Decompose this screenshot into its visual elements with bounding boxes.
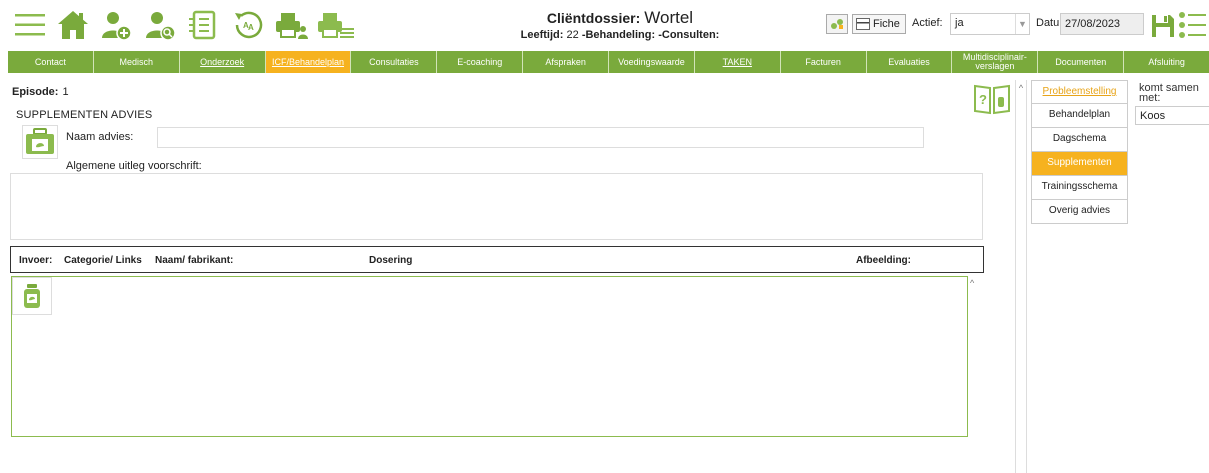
scroll-up-icon[interactable]: ^ xyxy=(1016,83,1026,93)
dossier-title: Cliëntdossier: Wortel xyxy=(470,8,770,28)
chevron-down-icon: ▼ xyxy=(1015,14,1029,34)
nav-item-11[interactable]: Multidisciplinair-verslagen xyxy=(952,51,1039,73)
document-list-icon[interactable] xyxy=(187,8,221,42)
side-menu-item-0[interactable]: Probleemstelling xyxy=(1031,80,1128,104)
svg-text:A: A xyxy=(248,23,254,32)
actief-select[interactable]: ja ▼ xyxy=(950,13,1030,35)
history-icon[interactable]: AA xyxy=(230,8,266,42)
komt-samen-panel: komt samen met: Koos xyxy=(1135,83,1209,125)
nav-item-7[interactable]: Voedingswaarde xyxy=(609,51,695,73)
col-invoer: Invoer: xyxy=(19,255,53,266)
main-nav: Contact Medisch Onderzoek ICF/Behandelplan C… xyxy=(8,51,1209,73)
nav-item-1[interactable]: Medisch xyxy=(94,51,180,73)
nav-item-5[interactable]: E-coaching xyxy=(437,51,524,73)
episode-label: Episode: xyxy=(12,86,59,98)
supplement-list xyxy=(11,276,968,437)
fiche-label: Fiche xyxy=(873,18,900,30)
print-client-icon[interactable] xyxy=(274,8,310,42)
nav-item-8[interactable]: TAKEN xyxy=(695,51,781,73)
nav-item-0[interactable]: Contact xyxy=(8,51,94,73)
uitleg-label: Algemene uitleg voorschrift: xyxy=(66,160,202,172)
fiche-icon xyxy=(856,18,870,30)
nav-item-6[interactable]: Afspraken xyxy=(523,51,610,73)
nav-item-12[interactable]: Documenten xyxy=(1038,51,1125,73)
print-list-icon[interactable] xyxy=(316,8,356,42)
side-menu-item-1[interactable]: Behandelplan xyxy=(1031,104,1128,128)
svg-text:?: ? xyxy=(979,92,987,107)
nav-item-13[interactable]: Afsluiting xyxy=(1124,51,1209,73)
side-menu-item-5[interactable]: Overig advies xyxy=(1031,200,1128,224)
toolbar: AA Cliëntdossier: Wortel Leeftijd: 22 -Be… xyxy=(0,0,1209,48)
nav-item-4[interactable]: Consultaties xyxy=(351,51,438,73)
add-client-icon[interactable] xyxy=(99,8,133,42)
side-menu-item-2[interactable]: Dagschema xyxy=(1031,128,1128,152)
dossier-label: Cliëntdossier: xyxy=(546,10,641,26)
nav-item-9[interactable]: Facturen xyxy=(781,51,867,73)
menu-icon[interactable] xyxy=(14,8,46,42)
side-menu-item-4[interactable]: Trainingsschema xyxy=(1031,176,1128,200)
uitleg-textarea[interactable] xyxy=(10,173,983,240)
naam-advies-input[interactable] xyxy=(157,127,924,148)
col-afbeelding: Afbeelding: xyxy=(856,255,911,266)
episode: Episode: 1 xyxy=(12,86,69,98)
nav-item-2[interactable]: Onderzoek xyxy=(180,51,266,73)
consulten-label: -Consulten: xyxy=(658,29,720,41)
client-info: Leeftijd: 22 -Behandeling: -Consulten: xyxy=(470,29,770,41)
client-header: Cliëntdossier: Wortel Leeftijd: 22 -Behan… xyxy=(470,8,770,41)
link-icon xyxy=(831,19,843,29)
episode-value: 1 xyxy=(62,86,69,98)
actief-label: Actief: xyxy=(912,17,943,29)
komt-samen-label: komt samen met: xyxy=(1139,82,1199,104)
table-header: Invoer: Categorie/ Links Naam/ fabrikant… xyxy=(10,246,984,273)
age-value: 22 xyxy=(566,29,579,41)
list-scroll-up[interactable]: ^ xyxy=(970,278,980,288)
section-title: SUPPLEMENTEN ADVIES xyxy=(16,109,153,121)
client-name: Wortel xyxy=(644,8,694,27)
save-icon[interactable] xyxy=(1150,8,1176,42)
nav-item-3[interactable]: ICF/Behandelplan xyxy=(265,51,352,73)
naam-advies-label: Naam advies: xyxy=(66,131,134,143)
col-dosering: Dosering xyxy=(369,255,413,266)
side-menu: Probleemstelling Behandelplan Dagschema Sup… xyxy=(1031,80,1128,224)
col-categorie: Categorie/ Links xyxy=(64,255,142,266)
age-label: Leeftijd: xyxy=(520,29,564,41)
side-menu-item-3[interactable]: Supplementen xyxy=(1031,152,1128,176)
fiche-button[interactable]: Fiche xyxy=(852,14,906,34)
add-supplement-icon[interactable] xyxy=(12,277,52,315)
help-book-icon[interactable]: ? xyxy=(973,83,1011,115)
behandeling-label: -Behandeling: xyxy=(581,29,656,41)
komt-samen-name[interactable]: Koos xyxy=(1135,106,1209,125)
home-icon[interactable] xyxy=(55,8,91,42)
datum-field[interactable]: 27/08/2023 xyxy=(1060,13,1144,35)
search-client-icon[interactable] xyxy=(143,8,177,42)
supplement-kit-icon xyxy=(22,125,58,159)
actief-value: ja xyxy=(955,17,964,29)
side-scrollbar[interactable]: ^ xyxy=(1015,80,1027,473)
list-menu-icon[interactable] xyxy=(1178,8,1206,42)
nav-item-10[interactable]: Evaluaties xyxy=(867,51,953,73)
link-button[interactable] xyxy=(826,14,848,34)
col-naam: Naam/ fabrikant: xyxy=(155,255,234,266)
